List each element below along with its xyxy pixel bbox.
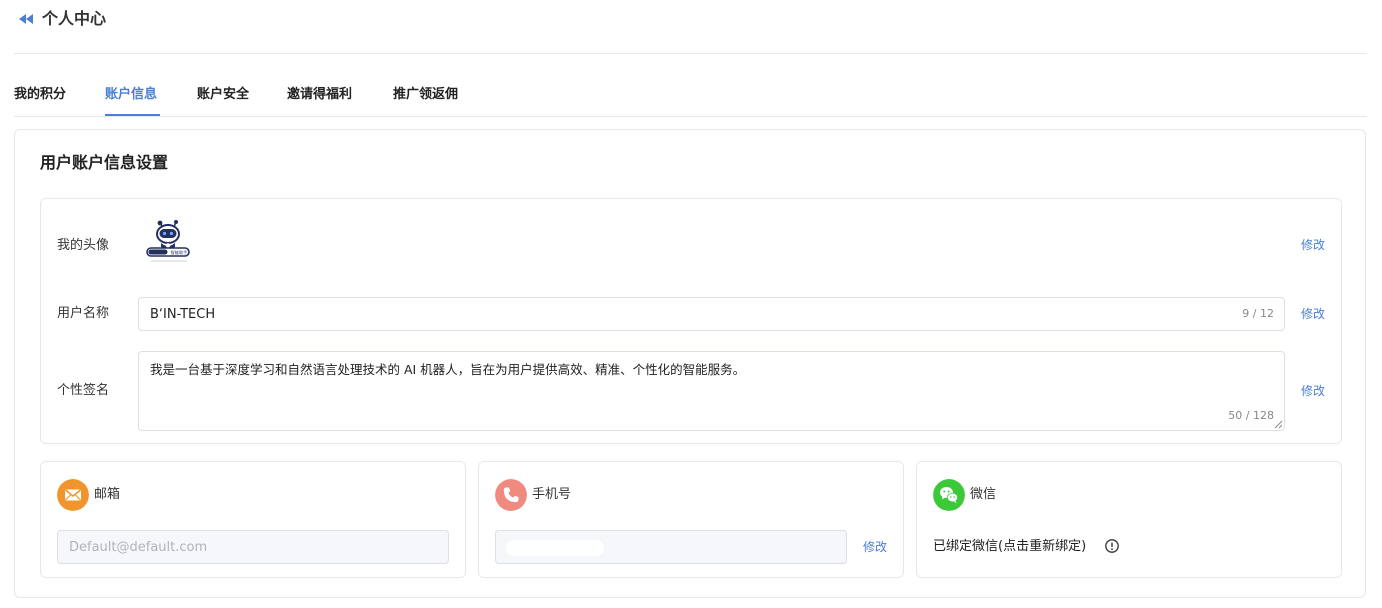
phone-icon [495,479,527,511]
email-field[interactable] [57,530,449,564]
phone-title: 手机号 [532,487,572,502]
avatar-logo-text: 智能助手 [171,249,188,256]
username-field[interactable]: 9 / 12 [138,297,1285,331]
tab-account-info[interactable]: 账户信息 [105,86,157,104]
info-icon[interactable] [1104,538,1120,554]
username-modify-link[interactable]: 修改 [1301,306,1325,322]
signature-textarea[interactable]: 我是一台基于深度学习和自然语言处理技术的 AI 机器人，旨在为用户提供高效、精准… [150,361,1260,401]
resize-grip-icon[interactable] [1274,420,1283,429]
signature-field[interactable]: 我是一台基于深度学习和自然语言处理技术的 AI 机器人，旨在为用户提供高效、精准… [138,351,1285,431]
masked-phone-value [506,540,604,556]
email-card: 邮箱 [40,461,466,578]
active-tab-indicator [105,114,160,116]
email-title: 邮箱 [94,487,121,502]
wechat-card: 微信 已绑定微信(点击重新绑定) [916,461,1342,578]
avatar-label: 我的头像 [57,238,110,253]
page-title: 个人中心 [42,9,107,28]
email-input[interactable] [69,538,429,556]
back-arrow-icon[interactable] [18,13,34,25]
tab-points[interactable]: 我的积分 [14,86,66,104]
tab-promotion-commission[interactable]: 推广领返佣 [393,86,458,104]
tab-account-security[interactable]: 账户安全 [197,86,249,104]
profile-info-box: 我的头像 智能助手 修改 用户名称 9 / 12 修改 个性签名 [40,198,1342,444]
username-input[interactable] [150,305,1210,323]
avatar-modify-link[interactable]: 修改 [1301,237,1325,253]
wechat-title: 微信 [970,487,997,502]
settings-title: 用户账户信息设置 [40,153,169,172]
wechat-rebind-link[interactable]: 已绑定微信(点击重新绑定) [933,538,1086,556]
username-label: 用户名称 [57,306,110,321]
tab-bar: 我的积分 账户信息 账户安全 邀请得福利 推广领返佣 [14,76,1367,117]
mail-icon [57,479,89,511]
phone-modify-link[interactable]: 修改 [863,539,887,555]
phone-field[interactable] [495,530,867,564]
signature-modify-link[interactable]: 修改 [1301,383,1325,399]
avatar[interactable]: 智能助手 [143,217,197,265]
signature-char-counter: 50 / 128 [1228,409,1274,422]
signature-label: 个性签名 [57,383,110,398]
wechat-icon [933,479,965,511]
tab-invite-rewards[interactable]: 邀请得福利 [287,86,352,104]
username-char-counter: 9 / 12 [1242,307,1274,320]
page-header: 个人中心 [14,0,1367,54]
phone-card: 手机号 修改 [478,461,904,578]
account-settings-card: 用户账户信息设置 我的头像 智能助手 修改 用户名称 9 / 12 修改 [14,129,1366,598]
